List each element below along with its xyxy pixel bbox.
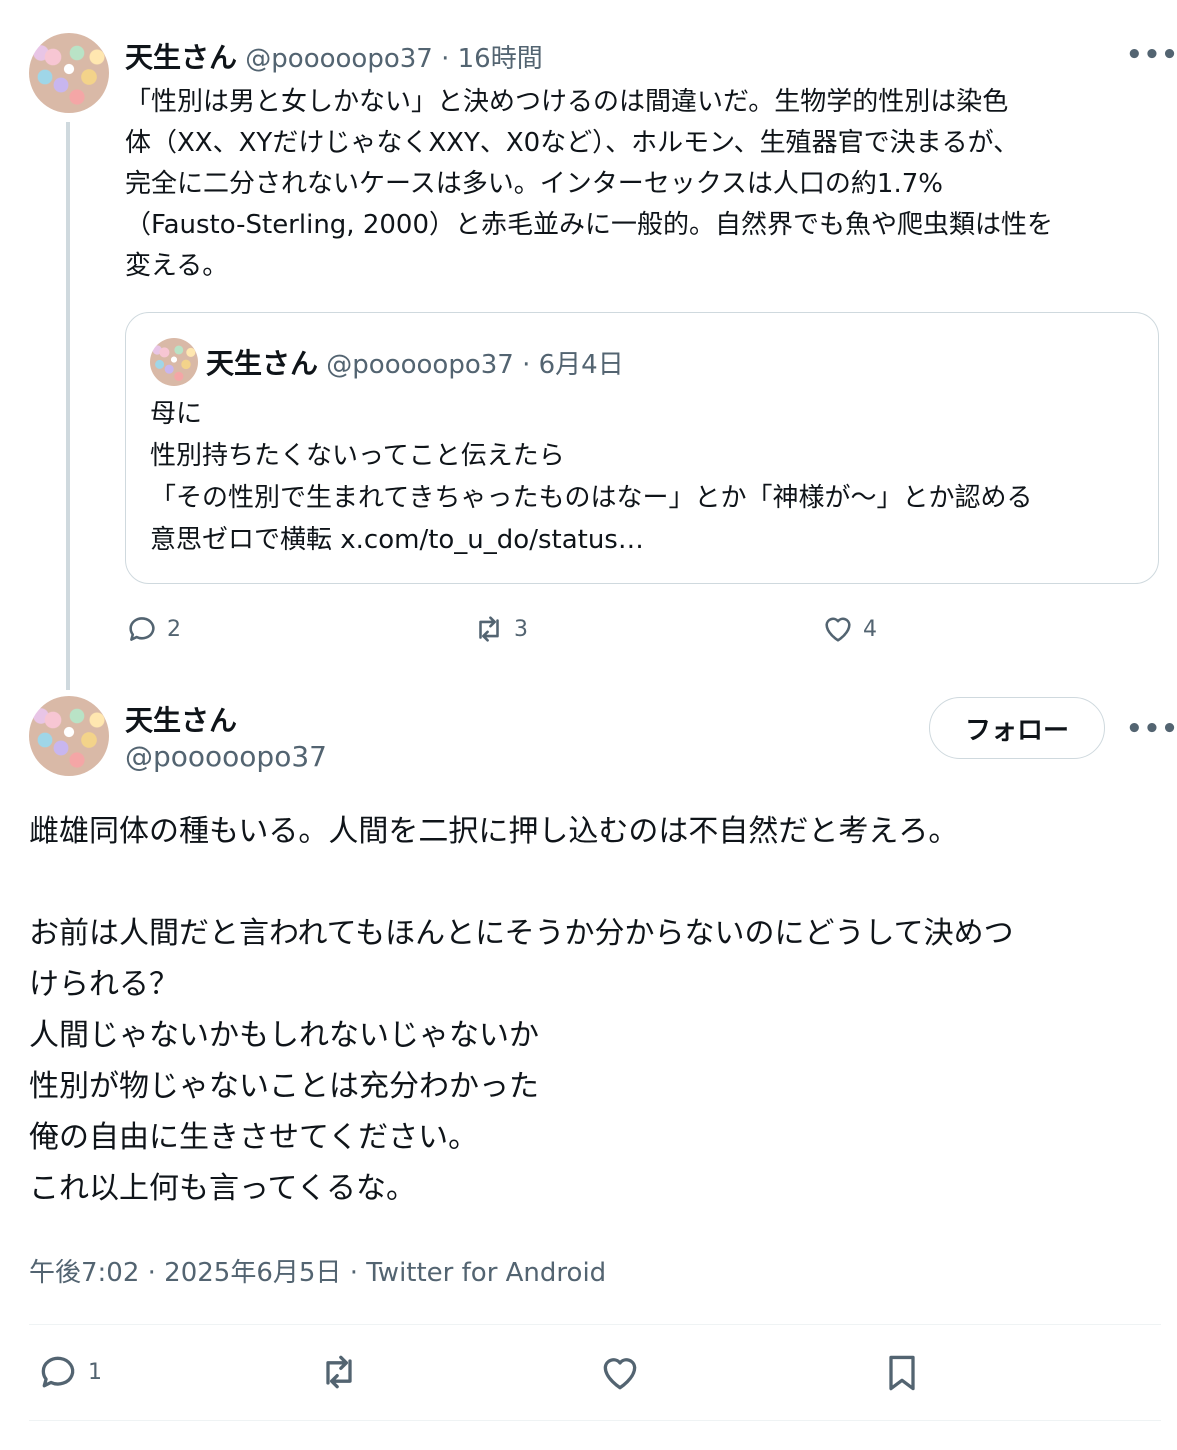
tweet-text-line: 性別が物じゃないことは充分わかった bbox=[29, 1069, 539, 1104]
tweet-header: 天生さん @pooooopo37 · 16時間 bbox=[125, 36, 543, 76]
tweet-text: 雌雄同体の種もいる。人間を二択に押し込むのは不自然だと考えろ。 お前は人間だと言… bbox=[29, 806, 1159, 1214]
reply-count: 1 bbox=[88, 1359, 102, 1385]
bookmark-button[interactable] bbox=[880, 1351, 924, 1395]
tweet-text-line: けられる？ bbox=[29, 967, 179, 1002]
tweet-text-line: 完全に二分されないケースは多い。インターセックスは人口の約1.7% bbox=[125, 169, 943, 199]
avatar[interactable] bbox=[29, 696, 109, 776]
display-name[interactable]: 天生さん bbox=[125, 699, 237, 739]
like-button[interactable]: 4 bbox=[821, 612, 877, 646]
retweet-icon bbox=[326, 1355, 352, 1389]
more-horizontal-icon[interactable]: ••• bbox=[1126, 714, 1177, 744]
separator-dot: · bbox=[441, 44, 450, 74]
quote-avatar bbox=[150, 338, 198, 386]
tweet-text-line: 俺の自由に生きさせてください。 bbox=[29, 1120, 479, 1155]
tweet-text-line: これ以上何も言ってくるな。 bbox=[29, 1171, 416, 1206]
reply-icon bbox=[129, 617, 155, 641]
follow-button[interactable]: フォロー bbox=[929, 697, 1105, 759]
thread-line bbox=[66, 122, 70, 690]
separator-dot: · bbox=[522, 350, 531, 380]
reply-icon bbox=[41, 1356, 75, 1388]
follow-label: フォロー bbox=[964, 715, 1069, 746]
divider bbox=[29, 1324, 1161, 1325]
quote-text: 母に 性別持ちたくないってこと伝えたら 「その性別で生まれてきちゃったものはなー… bbox=[150, 393, 1032, 561]
reply-button[interactable]: 1 bbox=[36, 1350, 102, 1394]
tweet-text: 「性別は男と女しかない」と決めつけるのは間違いだ。生物学的性別は染色 体（XX、… bbox=[125, 82, 1165, 287]
handle[interactable]: @pooooopo37 bbox=[125, 740, 327, 773]
retweet-count: 3 bbox=[514, 616, 528, 642]
tweet-text-line: 人間じゃないかもしれないじゃないか bbox=[29, 1018, 539, 1053]
like-count: 4 bbox=[863, 616, 877, 642]
retweet-button[interactable] bbox=[317, 1350, 361, 1394]
heart-icon bbox=[603, 1358, 637, 1390]
like-button[interactable] bbox=[598, 1351, 642, 1395]
quote-text-line: 意思ゼロで横転 x.com/to_u_do/status… bbox=[150, 525, 644, 555]
heart-icon bbox=[825, 617, 851, 642]
quote-handle: @pooooopo37 bbox=[326, 350, 514, 380]
bookmark-icon bbox=[889, 1355, 915, 1391]
handle[interactable]: @pooooopo37 bbox=[245, 44, 433, 74]
tweet-text-line: （Fausto-Sterling, 2000）と赤毛並みに一般的。自然界でも魚や… bbox=[125, 210, 1054, 240]
quote-header: 天生さん @pooooopo37 · 6月4日 bbox=[206, 342, 624, 382]
quote-text-line: 性別持ちたくないってこと伝えたら bbox=[150, 441, 565, 471]
tweet-text-line: 雌雄同体の種もいる。人間を二択に押し込むのは不自然だと考えろ。 bbox=[29, 814, 959, 849]
quote-text-line: 母に bbox=[150, 399, 203, 429]
tweet-text-line: 「性別は男と女しかない」と決めつけるのは間違いだ。生物学的性別は染色 bbox=[125, 87, 1009, 117]
tweet-text-line: 体（XX、XYだけじゃなくXXY、X0など）、ホルモン、生殖器官で決まるが、 bbox=[125, 128, 1020, 158]
reply-count: 2 bbox=[167, 616, 181, 642]
retweet-button[interactable]: 3 bbox=[472, 612, 528, 646]
timestamp[interactable]: 16時間 bbox=[458, 44, 543, 74]
quoted-tweet[interactable]: 天生さん @pooooopo37 · 6月4日 母に 性別持ちたくないってこと伝… bbox=[125, 312, 1159, 584]
tweet-text-line: 変える。 bbox=[125, 251, 229, 281]
retweet-icon bbox=[479, 616, 499, 642]
more-horizontal-icon[interactable]: ••• bbox=[1126, 40, 1177, 70]
divider bbox=[29, 1420, 1161, 1421]
quote-text-line: 「その性別で生まれてきちゃったものはなー」とか「神様が〜」とか認める bbox=[150, 483, 1033, 513]
reply-button[interactable]: 2 bbox=[125, 612, 181, 646]
tweet-text-line: お前は人間だと言われてもほんとにそうか分からないのにどうして決めつ bbox=[29, 916, 1014, 951]
display-name[interactable]: 天生さん bbox=[125, 41, 237, 74]
quote-display-name: 天生さん bbox=[206, 347, 319, 380]
tweet-text-line bbox=[29, 857, 1159, 908]
quote-date: 6月4日 bbox=[538, 350, 624, 380]
avatar[interactable] bbox=[29, 33, 109, 113]
tweet-meta[interactable]: 午後7:02 · 2025年6月5日 · Twitter for Android bbox=[29, 1252, 606, 1289]
